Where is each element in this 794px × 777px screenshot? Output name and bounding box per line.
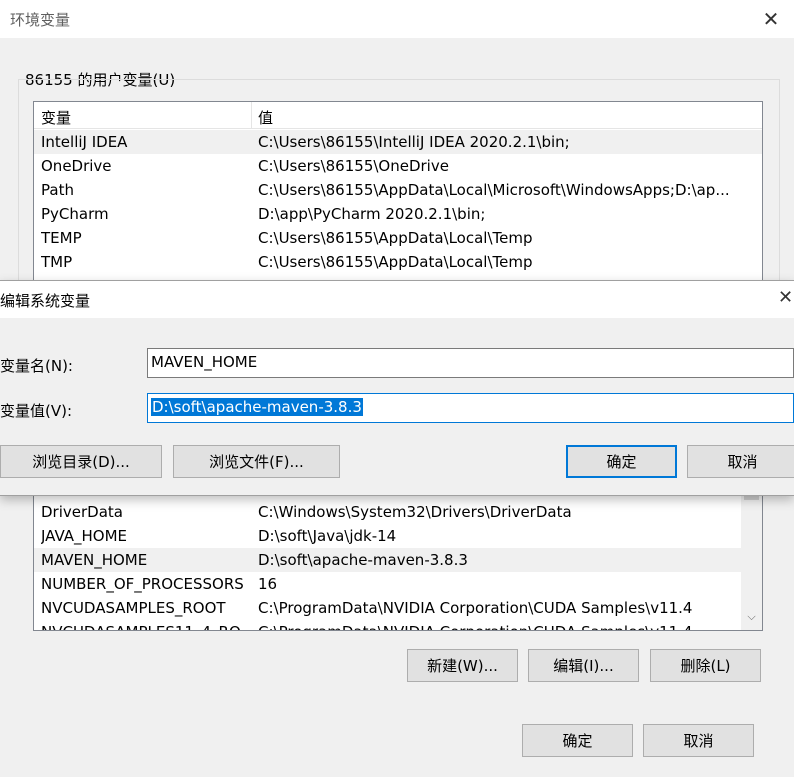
variable-name-cell: MAVEN_HOME — [41, 551, 148, 569]
variable-value-cell: C:\Users\86155\AppData\Local\Microsoft\W… — [258, 181, 730, 199]
list-item[interactable]: TMP C:\Users\86155\AppData\Local\Temp — [34, 250, 762, 274]
variable-name-cell: DriverData — [41, 503, 123, 521]
variable-value-cell: D:\soft\Java\jdk-14 — [258, 527, 397, 545]
list-item[interactable]: NVCUDASAMPLES11_4_RO... C:\ProgramData\NV… — [34, 620, 762, 630]
variable-value-cell: 16 — [258, 575, 278, 593]
list-item[interactable]: OneDrive C:\Users\86155\OneDrive — [34, 154, 762, 178]
close-icon[interactable]: ✕ — [778, 287, 793, 308]
list-item[interactable]: PyCharm D:\app\PyCharm 2020.2.1\bin; — [34, 202, 762, 226]
variable-name-cell: NUMBER_OF_PROCESSORS — [41, 575, 244, 593]
variable-name-cell: IntelliJ IDEA — [41, 133, 128, 151]
variable-name-cell: NVCUDASAMPLES_ROOT — [41, 599, 226, 617]
variable-name-cell: OneDrive — [41, 157, 112, 175]
list-item[interactable]: JAVA_HOME D:\soft\Java\jdk-14 — [34, 524, 762, 548]
variable-name-text: MAVEN_HOME — [151, 353, 258, 371]
system-vars-list[interactable]: DriverData C:\Windows\System32\Drivers\Dr… — [33, 494, 763, 631]
variable-value-field[interactable]: D:\soft\apache-maven-3.8.3 — [147, 393, 794, 423]
variable-value-text: D:\soft\apache-maven-3.8.3 — [151, 398, 363, 416]
variable-name-cell: TEMP — [41, 229, 82, 247]
variable-value-cell: C:\Users\86155\IntelliJ IDEA 2020.2.1\bi… — [258, 133, 570, 151]
scroll-down-arrow-icon[interactable]: ⌵ — [741, 608, 762, 626]
variable-value-cell: C:\ProgramData\NVIDIA Corporation\CUDA S… — [258, 623, 738, 630]
variable-value-cell: D:\soft\apache-maven-3.8.3 — [258, 551, 468, 569]
variable-value-cell: C:\Users\86155\AppData\Local\Temp — [258, 229, 533, 247]
browse-file-button[interactable]: 浏览文件(F)... — [173, 445, 340, 478]
dialog-cancel-button[interactable]: 取消 — [687, 445, 794, 478]
variable-name-cell: TMP — [41, 253, 73, 271]
list-item[interactable]: DriverData C:\Windows\System32\Drivers\Dr… — [34, 500, 762, 524]
system-vars-scrollbar[interactable]: ⌵ — [741, 494, 762, 630]
edit-system-variable-dialog: 编辑系统变量 ✕ 变量名(N): MAVEN_HOME 变量值(V): D:\s… — [0, 280, 794, 496]
variable-value-cell: D:\app\PyCharm 2020.2.1\bin; — [258, 205, 486, 223]
list-item[interactable]: MAVEN_HOME D:\soft\apache-maven-3.8.3 — [34, 548, 762, 572]
column-header-value[interactable]: 值 — [258, 107, 273, 128]
variable-name-cell: JAVA_HOME — [41, 527, 128, 545]
list-item[interactable]: Path C:\Users\86155\AppData\Local\Microso… — [34, 178, 762, 202]
user-vars-header: 变量 值 — [34, 102, 762, 129]
new-button[interactable]: 新建(W)... — [407, 649, 518, 682]
variable-value-cell: C:\Users\86155\OneDrive — [258, 157, 449, 175]
close-icon[interactable]: ✕ — [755, 4, 787, 34]
variable-name-label: 变量名(N): — [0, 357, 73, 375]
variable-name-cell: Path — [41, 181, 74, 199]
variable-name-cell: PyCharm — [41, 205, 109, 223]
list-item[interactable]: IntelliJ IDEA C:\Users\86155\IntelliJ IDE… — [34, 130, 762, 154]
window-title: 环境变量 — [10, 11, 71, 29]
footer-cancel-button[interactable]: 取消 — [643, 724, 754, 757]
dialog-ok-button[interactable]: 确定 — [566, 445, 677, 478]
footer-ok-button[interactable]: 确定 — [522, 724, 633, 757]
column-header-variable[interactable]: 变量 — [41, 107, 71, 128]
dialog-title: 编辑系统变量 — [0, 292, 91, 310]
variable-value-cell: C:\Windows\System32\Drivers\DriverData — [258, 503, 572, 521]
delete-button[interactable]: 删除(L) — [650, 649, 761, 682]
title-bar: 环境变量 ✕ — [0, 0, 794, 38]
variable-value-label: 变量值(V): — [0, 402, 73, 420]
variable-value-cell: C:\ProgramData\NVIDIA Corporation\CUDA S… — [258, 599, 693, 617]
list-item[interactable]: TEMP C:\Users\86155\AppData\Local\Temp — [34, 226, 762, 250]
edit-button[interactable]: 编辑(I)... — [528, 649, 639, 682]
dialog-title-bar: 编辑系统变量 ✕ — [0, 281, 794, 318]
list-item[interactable]: NVCUDASAMPLES_ROOT C:\ProgramData\NVIDIA … — [34, 596, 762, 620]
user-vars-list[interactable]: 变量 值 IntelliJ IDEA C:\Users\86155\Intelli… — [33, 101, 763, 281]
variable-name-cell: NVCUDASAMPLES11_4_RO... — [41, 623, 246, 630]
variable-value-cell: C:\Users\86155\AppData\Local\Temp — [258, 253, 533, 271]
browse-directory-button[interactable]: 浏览目录(D)... — [0, 445, 162, 478]
variable-name-field[interactable]: MAVEN_HOME — [147, 348, 794, 378]
list-item[interactable]: NUMBER_OF_PROCESSORS 16 — [34, 572, 762, 596]
